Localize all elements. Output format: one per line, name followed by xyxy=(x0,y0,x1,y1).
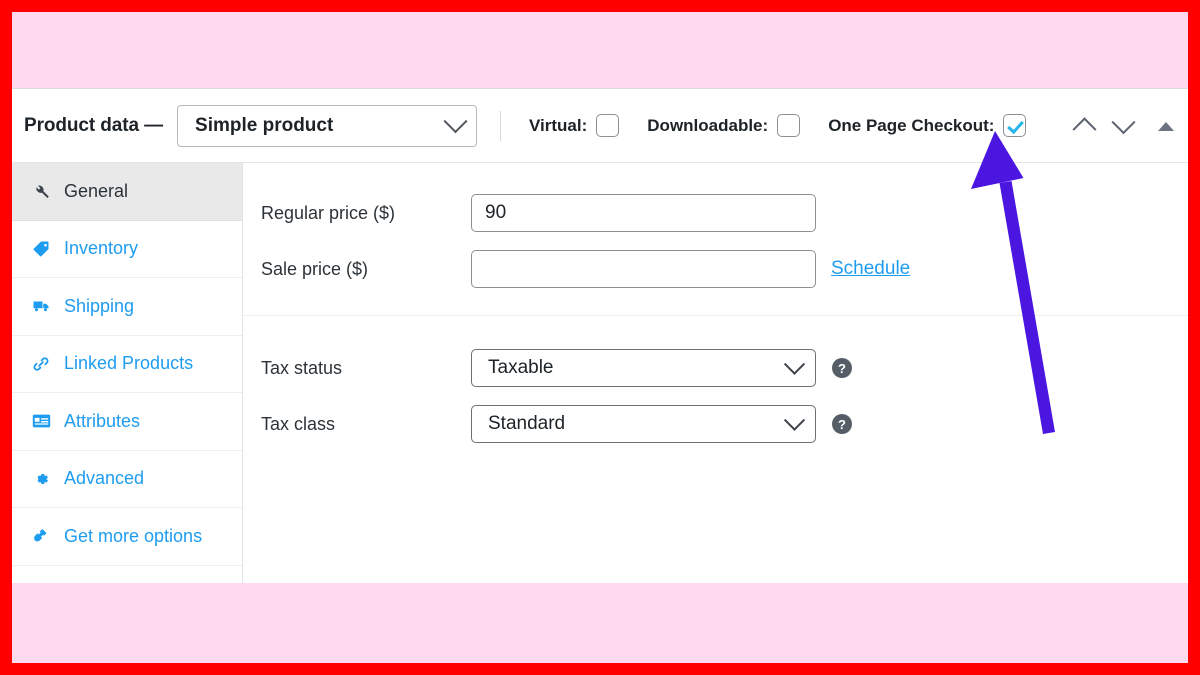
header-divider xyxy=(500,110,502,141)
product-data-body: General Inventory Shipping Linked Produc… xyxy=(12,163,1188,583)
tax-status-label: Tax status xyxy=(261,357,343,378)
virtual-label: Virtual: xyxy=(529,115,588,135)
pricing-group: Regular price ($) 90 Sale price ($) Sche… xyxy=(243,163,1188,316)
chevron-up-icon[interactable] xyxy=(1072,116,1097,141)
screenshot-frame: Product data — Simple product Virtual: D… xyxy=(0,0,1200,675)
tax-group: Tax status Taxable ? Tax class Standard xyxy=(243,316,1188,452)
sidebar-item-shipping[interactable]: Shipping xyxy=(12,278,242,336)
tax-status-value: Taxable xyxy=(488,357,554,378)
gear-icon xyxy=(30,470,52,488)
schedule-sale-link[interactable]: Schedule xyxy=(831,258,910,280)
tax-status-field-row: Tax status Taxable ? xyxy=(243,340,1188,396)
product-type-value: Simple product xyxy=(195,114,334,136)
sidebar-item-label: Linked Products xyxy=(64,353,194,374)
tax-class-field-row: Tax class Standard ? xyxy=(243,396,1188,452)
panel-header-actions xyxy=(1072,89,1174,163)
plugin-icon xyxy=(30,527,52,545)
triangle-up-icon[interactable] xyxy=(1158,121,1174,131)
downloadable-label: Downloadable: xyxy=(647,115,769,135)
regular-price-label: Regular price ($) xyxy=(261,202,396,223)
regular-price-input[interactable]: 90 xyxy=(471,194,816,232)
one-page-checkout-checkbox-group[interactable]: One Page Checkout: xyxy=(828,114,1027,137)
sale-price-field-row: Sale price ($) Schedule xyxy=(243,241,1188,297)
sidebar-item-label: Shipping xyxy=(64,295,135,316)
virtual-checkbox-group[interactable]: Virtual: xyxy=(529,114,620,137)
product-type-select[interactable]: Simple product xyxy=(177,104,478,147)
sidebar-item-label: Inventory xyxy=(64,238,139,259)
sale-price-input[interactable] xyxy=(471,250,816,288)
tax-class-label: Tax class xyxy=(261,413,336,434)
chevron-down-icon xyxy=(443,109,468,134)
product-data-header: Product data — Simple product Virtual: D… xyxy=(12,89,1188,163)
sidebar-item-inventory[interactable]: Inventory xyxy=(12,220,242,278)
one-page-checkout-checkbox[interactable] xyxy=(1003,114,1027,137)
one-page-checkout-label: One Page Checkout: xyxy=(828,115,995,135)
product-data-tabs: General Inventory Shipping Linked Produc… xyxy=(12,163,243,583)
tax-class-help-icon[interactable]: ? xyxy=(832,414,852,434)
sidebar-item-label: General xyxy=(64,180,129,201)
tax-class-value: Standard xyxy=(488,413,566,434)
downloadable-checkbox[interactable] xyxy=(777,114,801,137)
regular-price-value: 90 xyxy=(485,202,507,223)
sidebar-item-linked-products[interactable]: Linked Products xyxy=(12,335,242,393)
link-icon xyxy=(30,355,52,373)
list-card-icon xyxy=(30,413,52,429)
truck-icon xyxy=(30,297,52,315)
general-tab-panel: Regular price ($) 90 Sale price ($) Sche… xyxy=(243,163,1188,583)
sidebar-item-general[interactable]: General xyxy=(12,163,242,221)
wrench-icon xyxy=(30,183,52,200)
regular-price-field-row: Regular price ($) 90 xyxy=(243,185,1188,241)
sidebar-item-label: Attributes xyxy=(64,410,141,431)
virtual-checkbox[interactable] xyxy=(596,114,620,137)
chevron-down-icon[interactable] xyxy=(1111,109,1136,134)
page-title: Product data — xyxy=(24,114,164,136)
tax-status-select[interactable]: Taxable xyxy=(471,349,816,387)
tax-class-select[interactable]: Standard xyxy=(471,405,816,443)
chevron-down-icon xyxy=(783,353,806,375)
sidebar-item-label: Get more options xyxy=(64,525,203,546)
sidebar-item-advanced[interactable]: Advanced xyxy=(12,450,242,508)
sidebar-item-attributes[interactable]: Attributes xyxy=(12,393,242,451)
chevron-down-icon xyxy=(783,409,806,431)
tag-icon xyxy=(30,240,52,258)
sale-price-label: Sale price ($) xyxy=(261,258,369,279)
tax-status-help-icon[interactable]: ? xyxy=(832,358,852,378)
sidebar-item-label: Advanced xyxy=(64,468,145,489)
downloadable-checkbox-group[interactable]: Downloadable: xyxy=(647,114,801,137)
sidebar-item-get-more-options[interactable]: Get more options xyxy=(12,508,242,566)
product-data-panel: Product data — Simple product Virtual: D… xyxy=(12,88,1188,583)
